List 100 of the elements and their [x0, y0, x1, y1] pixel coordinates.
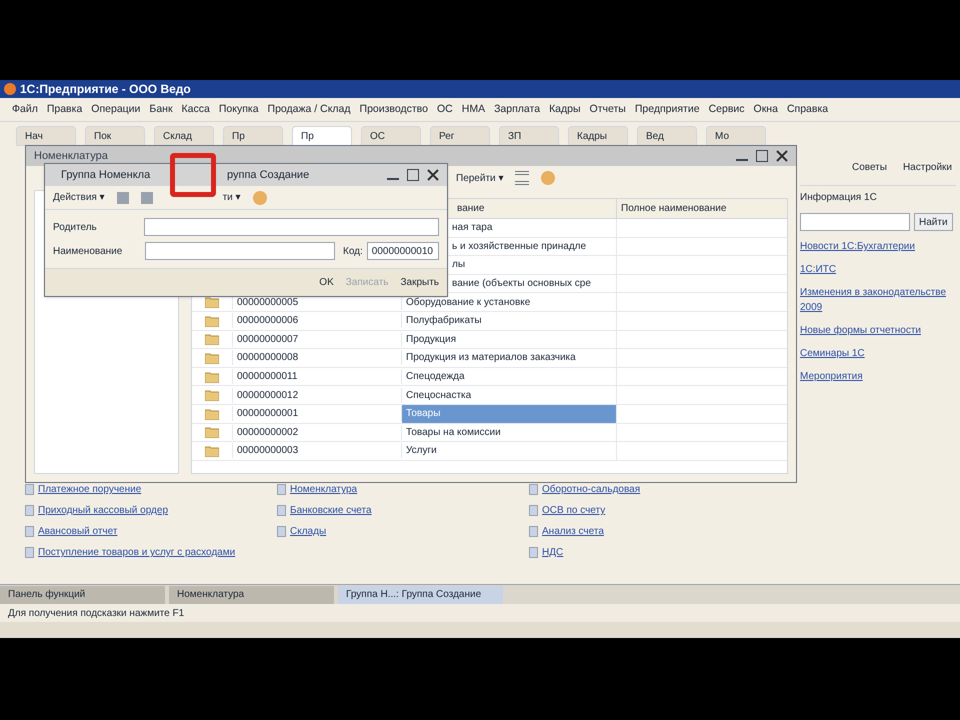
toolbar-button[interactable]: ти ▾ [222, 190, 241, 205]
dialog-button[interactable]: OK [319, 275, 334, 290]
field-label: Родитель [53, 220, 98, 234]
document-icon [25, 484, 34, 495]
close-icon[interactable] [776, 150, 788, 162]
panel-tab[interactable]: ОС [361, 126, 421, 146]
desktop-link[interactable]: Платежное поручение [38, 482, 142, 497]
field-label: Наименование [53, 244, 124, 258]
maximize-icon[interactable] [407, 169, 419, 181]
table-cell: 00000000006 [232, 313, 402, 328]
news-link[interactable]: Новые формы отчетности [800, 323, 956, 338]
folder-icon [205, 444, 219, 457]
table-cell[interactable]: Продукция [402, 330, 616, 348]
table-cell: 00000000012 [232, 388, 402, 403]
document-icon [529, 547, 538, 558]
table-cell[interactable]: Товары на комиссии [402, 424, 616, 442]
search-button[interactable]: Найти [914, 213, 953, 231]
table-cell: 00000000008 [232, 350, 402, 366]
menu-item[interactable]: Окна [754, 102, 778, 118]
desktop-link[interactable]: Поступление товаров и услуг с расходами [38, 545, 236, 560]
folder-icon [205, 426, 219, 438]
news-link[interactable]: 1С:ИТС [800, 262, 956, 277]
toolbar-button[interactable]: Действия ▾ [53, 190, 105, 205]
document-icon [529, 526, 538, 537]
menu-item[interactable]: Правка [46, 102, 82, 118]
list-icon[interactable] [515, 171, 530, 185]
table-cell: 00000000007 [232, 332, 402, 347]
panel-tab[interactable]: Кадры [568, 126, 628, 146]
menu-item[interactable]: Операции [91, 102, 140, 118]
folder-icon [205, 314, 219, 327]
toolbar-button[interactable]: Перейти ▾ [456, 170, 504, 186]
menu-item[interactable]: Производство [360, 102, 428, 118]
app-logo-icon [4, 83, 16, 95]
news-link[interactable]: Новости 1С:Бухгалтерии [800, 239, 956, 254]
menu-item[interactable]: Покупка [218, 102, 259, 118]
highlight-frame [170, 153, 216, 197]
news-link[interactable]: Изменения в законодательстве 2009 [800, 285, 956, 315]
desktop-link[interactable]: Номенклатура [290, 482, 358, 497]
panel-tab[interactable]: Вед [637, 126, 697, 146]
input-field[interactable] [144, 218, 439, 236]
table-cell[interactable]: Продукция из материалов заказчика [402, 349, 616, 367]
taskbar-item[interactable]: Группа Н...: Группа Создание [338, 586, 503, 604]
code-field[interactable]: 00000000010 [366, 242, 439, 260]
table-cell[interactable]: Оборудование к установке [402, 293, 616, 311]
desktop-link[interactable]: Оборотно-сальдовая [542, 482, 640, 497]
taskbar-item[interactable]: Панель функций [0, 586, 165, 604]
news-link[interactable]: Семинары 1С [800, 346, 956, 361]
table-cell: 00000000002 [232, 424, 402, 440]
document-icon [25, 547, 34, 558]
table-cell[interactable]: Спецодежда [402, 368, 616, 386]
panel-tab[interactable]: Мо [706, 126, 766, 146]
panel-tab[interactable]: Нач [16, 126, 76, 146]
toolbar-button[interactable]: Настройки [898, 158, 956, 177]
news-link[interactable]: Мероприятия [800, 369, 956, 384]
document-icon [277, 526, 286, 537]
table-cell[interactable]: Услуги [402, 442, 616, 460]
help-icon[interactable] [252, 190, 267, 204]
menu-item[interactable]: Банк [149, 102, 173, 118]
column-header[interactable]: Полное наименование [616, 199, 746, 218]
menu-item[interactable]: Продажа / Склад [268, 102, 351, 118]
menu-item[interactable]: Файл [12, 102, 38, 118]
panel-tab[interactable]: Пр [292, 126, 352, 146]
folder-icon [205, 352, 219, 364]
field-label: Код: [343, 244, 363, 258]
menu-item[interactable]: Зарплата [494, 102, 540, 118]
menu-item[interactable]: Сервис [708, 102, 745, 118]
panel-tab[interactable]: ЗП [499, 126, 559, 146]
menu-item[interactable]: Отчеты [590, 102, 626, 118]
table-cell[interactable]: Спецоснастка [402, 386, 616, 404]
panel-tab[interactable]: Пр [223, 126, 283, 146]
menu-item[interactable]: Предприятие [634, 102, 700, 118]
window-title: 1С:Предприятие - ООО Ведо [20, 81, 191, 98]
desktop-link[interactable]: ОСВ по счету [542, 503, 606, 518]
help-icon[interactable] [541, 171, 556, 185]
folder-icon [205, 408, 219, 420]
desktop-link[interactable]: Анализ счета [542, 524, 604, 539]
toolbar-button[interactable]: Советы [848, 158, 891, 177]
desktop-link[interactable]: НДС [542, 545, 564, 560]
desktop-link[interactable]: Банковские счета [290, 503, 372, 518]
table-cell[interactable]: Полуфабрикаты [402, 312, 616, 330]
panel-tab[interactable]: Пок [85, 126, 145, 146]
desktop-link[interactable]: Склады [290, 524, 326, 539]
dialog-button[interactable]: Закрыть [400, 275, 439, 290]
menu-item[interactable]: ОС [436, 102, 453, 118]
menu-item[interactable]: НМА [462, 102, 486, 118]
window-title: Группа Номенкла [61, 168, 150, 183]
menu-item[interactable]: Кадры [549, 102, 581, 118]
section-heading: Информация 1С [800, 185, 956, 205]
desktop-link[interactable]: Авансовый отчет [38, 524, 118, 539]
panel-tab[interactable]: Рег [430, 126, 490, 146]
input-field[interactable] [145, 242, 335, 260]
panel-tab[interactable]: Склад [154, 126, 214, 146]
menu-item[interactable]: Справка [786, 102, 828, 118]
search-field[interactable] [800, 213, 910, 231]
close-icon[interactable] [427, 169, 439, 181]
taskbar-item[interactable]: Номенклатура [169, 586, 334, 604]
menu-item[interactable]: Касса [182, 102, 210, 118]
document-icon [529, 505, 538, 516]
desktop-link[interactable]: Приходный кассовый ордер [38, 503, 168, 518]
maximize-icon[interactable] [756, 150, 768, 162]
